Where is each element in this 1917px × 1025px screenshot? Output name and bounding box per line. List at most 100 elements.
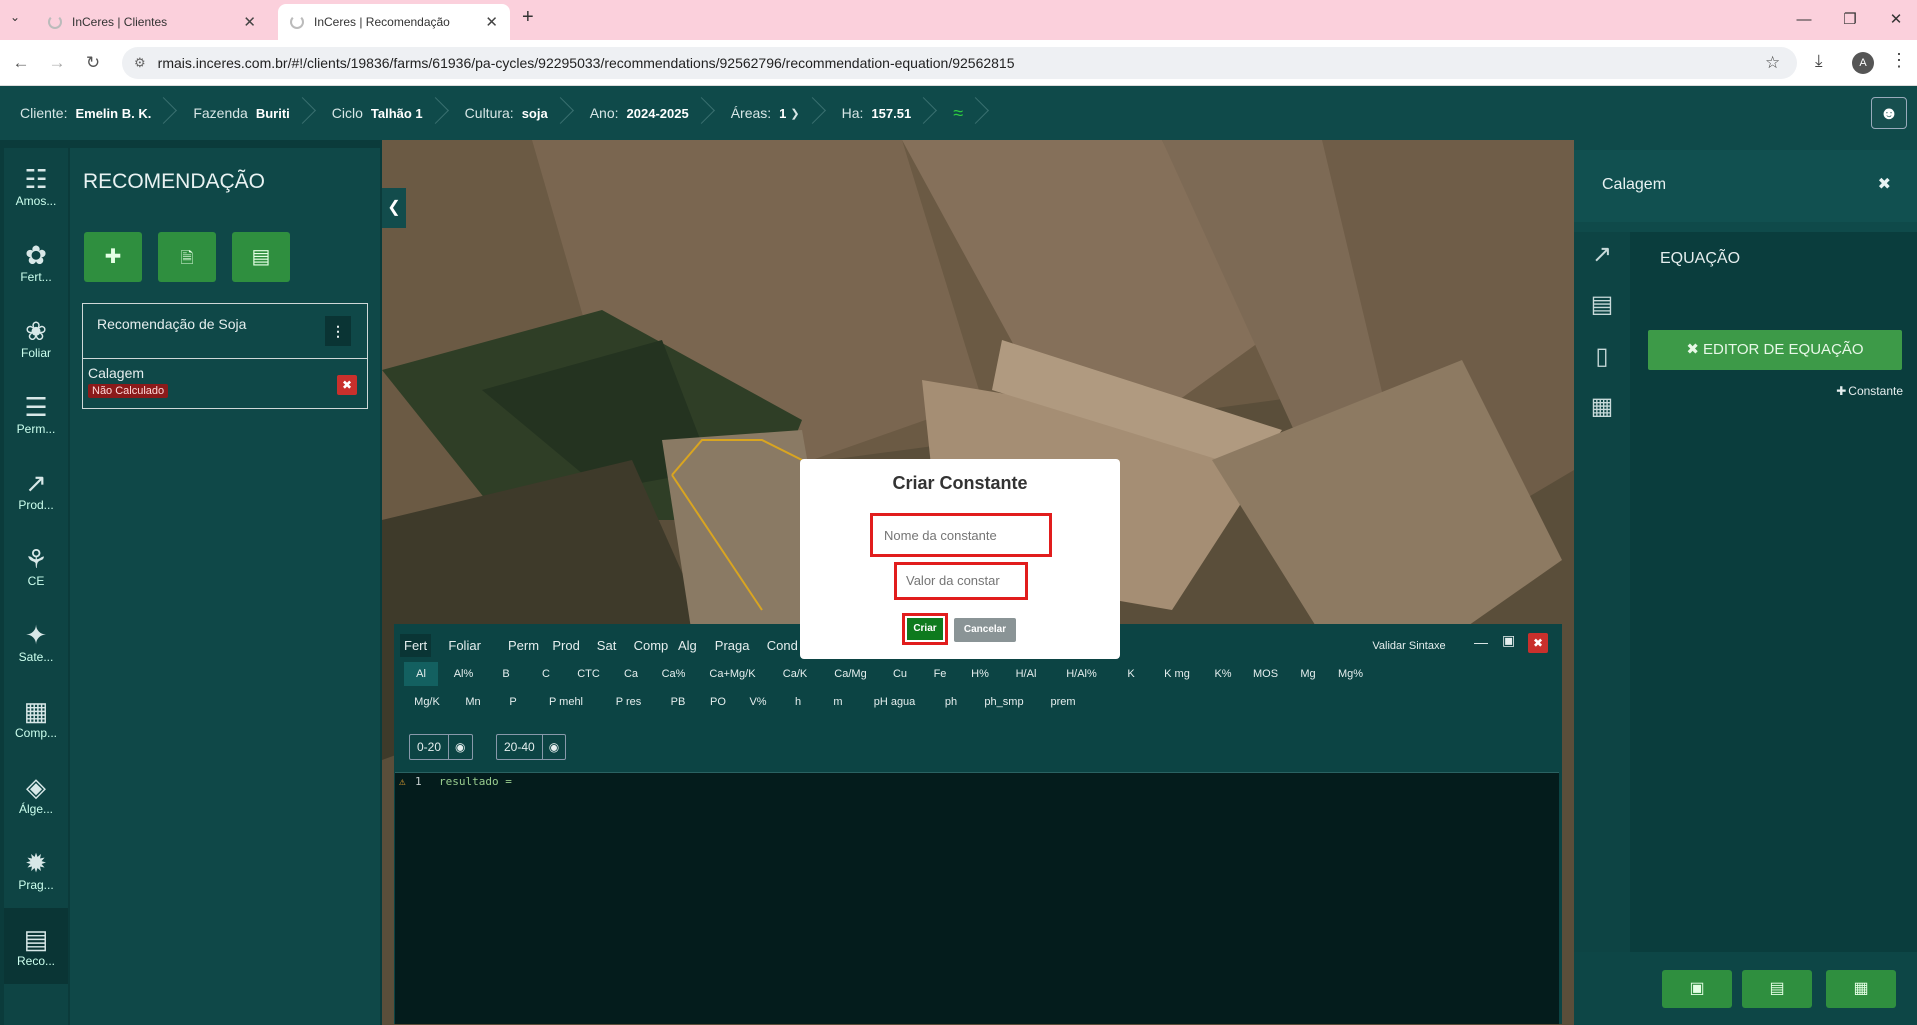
variable-button[interactable]: Mg [1291, 662, 1325, 686]
minimize-editor-icon[interactable]: — [1474, 634, 1488, 650]
header-cliente[interactable]: Cliente: Emelin B. K. [0, 86, 173, 140]
variable-button[interactable]: CTC [569, 662, 608, 686]
variable-button[interactable]: pH agua [861, 690, 928, 714]
kebab-menu-icon[interactable]: ⋮ [325, 316, 351, 346]
pdf-button[interactable]: 🗎 [158, 232, 216, 282]
profile-avatar[interactable]: A [1852, 52, 1874, 74]
library-button[interactable]: ▤ [1742, 970, 1812, 1008]
variable-button[interactable]: K [1114, 662, 1148, 686]
close-tab-icon[interactable]: ✕ [485, 13, 498, 31]
constant-value-input[interactable] [898, 566, 1024, 596]
variable-button[interactable]: P mehl [536, 690, 596, 714]
code-editor[interactable]: ⚠ 1 resultado = [395, 772, 1559, 1024]
editor-tab[interactable]: Comp [630, 634, 673, 657]
variable-button[interactable]: Fe [923, 662, 957, 686]
battery-icon[interactable]: ▯ [1584, 342, 1620, 378]
editor-tab[interactable]: Foliar [444, 634, 485, 657]
variable-button[interactable]: Ca% [654, 662, 693, 686]
header-ano[interactable]: Ano: 2024-2025 [570, 86, 711, 140]
variable-button[interactable]: Mn [456, 690, 490, 714]
download-icon[interactable]: ⤓ [1815, 51, 1823, 71]
rail-item-produtividade[interactable]: ↗ Prod... [4, 452, 68, 528]
cancel-button[interactable]: Cancelar [954, 618, 1016, 642]
variable-button[interactable]: ph [934, 690, 968, 714]
variable-button[interactable]: C [529, 662, 563, 686]
variable-button[interactable]: ph_smp [974, 690, 1034, 714]
forward-icon[interactable]: → [44, 50, 70, 76]
chart-line-icon[interactable]: ↗ [1584, 240, 1620, 276]
calculator-icon[interactable]: ▦ [1584, 392, 1620, 428]
variable-button[interactable]: P res [602, 690, 655, 714]
back-icon[interactable]: ← [8, 50, 34, 76]
address-bar[interactable]: ⚙ rmais.inceres.com.br/#!/clients/19836/… [122, 47, 1797, 79]
variable-button[interactable]: Ca/Mg [824, 662, 877, 686]
rail-item-foliar[interactable]: ❀ Foliar [4, 300, 68, 376]
variable-button[interactable]: h [781, 690, 815, 714]
library-button[interactable]: ▤ [232, 232, 290, 282]
paint-roller-icon[interactable]: ▤ [1584, 290, 1620, 326]
editor-tab[interactable]: Praga [711, 634, 754, 657]
header-cultura[interactable]: Cultura: soja [445, 86, 570, 140]
add-constant-button[interactable]: ✚ Constante [1836, 384, 1903, 398]
add-recommendation-button[interactable]: ✚ [84, 232, 142, 282]
new-tab-icon[interactable]: + [522, 6, 534, 29]
save-button[interactable]: ▣ [1662, 970, 1732, 1008]
variable-button[interactable]: H/Al% [1055, 662, 1108, 686]
eye-icon[interactable]: ◉ [543, 735, 565, 759]
variable-button[interactable]: PB [661, 690, 695, 714]
variable-button[interactable]: K% [1206, 662, 1240, 686]
editor-tab[interactable]: Prod [548, 634, 583, 657]
close-editor-button[interactable]: ✖ [1528, 633, 1548, 653]
browser-tab-recomendacao[interactable]: InCeres | Recomendação ✕ [278, 4, 510, 40]
recommendation-item[interactable]: Calagem Não Calculado ✖ [83, 359, 367, 404]
depth-0-20-toggle[interactable]: 0-20 ◉ [409, 734, 473, 760]
calculate-button[interactable]: ▦ [1826, 970, 1896, 1008]
variable-button[interactable]: m [821, 690, 855, 714]
tab-list-chevron-icon[interactable]: ⌄ [10, 10, 20, 24]
close-window-icon[interactable]: ✕ [1873, 6, 1917, 36]
create-button[interactable]: Criar [907, 618, 943, 640]
equation-editor-button[interactable]: ✖ EDITOR DE EQUAÇÃO [1648, 330, 1902, 370]
recommendation-card-header[interactable]: Recomendação de Soja ⋮ [83, 304, 367, 359]
header-fazenda[interactable]: Fazenda Buriti [173, 86, 311, 140]
variable-button[interactable]: V% [741, 690, 775, 714]
editor-tab[interactable]: Perm [504, 634, 543, 657]
rail-item-algebra[interactable]: ◈ Álge... [4, 756, 68, 832]
constant-name-input[interactable] [876, 519, 1046, 551]
variable-button[interactable]: Al% [444, 662, 483, 686]
depth-20-40-toggle[interactable]: 20-40 ◉ [496, 734, 567, 760]
user-menu-button[interactable]: ☻ [1871, 97, 1907, 129]
rail-item-satelite[interactable]: ✦ Sate... [4, 604, 68, 680]
minimize-window-icon[interactable]: — [1781, 6, 1827, 36]
variable-button[interactable]: Ca+Mg/K [699, 662, 766, 686]
collapse-panel-button[interactable]: ❮ [382, 188, 406, 228]
header-areas[interactable]: Áreas: 1 ❯ [711, 86, 822, 140]
delete-item-button[interactable]: ✖ [337, 375, 357, 395]
rail-item-ce[interactable]: ⚘ CE [4, 528, 68, 604]
header-ciclo[interactable]: Ciclo Talhão 1 [312, 86, 445, 140]
variable-button[interactable]: PO [701, 690, 735, 714]
site-info-icon[interactable]: ⚙ [134, 55, 146, 71]
restore-window-icon[interactable]: ❐ [1827, 6, 1873, 36]
variable-button[interactable]: H/Al [1003, 662, 1049, 686]
editor-tab[interactable]: Alg [674, 634, 701, 657]
validate-syntax-button[interactable]: Validar Sintaxe [1363, 636, 1455, 656]
bookmark-star-icon[interactable]: ☆ [1765, 53, 1780, 73]
variable-button[interactable]: prem [1040, 690, 1086, 714]
browser-tab-clientes[interactable]: InCeres | Clientes ✕ [36, 4, 268, 40]
variable-button[interactable]: Ca [614, 662, 648, 686]
editor-tab[interactable]: Fert [400, 634, 432, 657]
rail-item-recomendacao[interactable]: ▤ Reco... [4, 908, 68, 984]
variable-button[interactable]: MOS [1246, 662, 1285, 686]
variable-button[interactable]: Mg/K [404, 690, 450, 714]
close-icon[interactable]: ✖ [1878, 174, 1891, 194]
variable-button[interactable]: P [496, 690, 530, 714]
variable-button[interactable]: Al [404, 662, 438, 686]
rail-item-praga[interactable]: ✹ Prag... [4, 832, 68, 908]
rail-item-amostragem[interactable]: ☷ Amos... [4, 148, 68, 224]
rail-item-fertilidade[interactable]: ✿ Fert... [4, 224, 68, 300]
variable-button[interactable]: Mg% [1331, 662, 1370, 686]
editor-tab[interactable]: Sat [593, 634, 621, 657]
maximize-editor-icon[interactable]: ▣ [1502, 632, 1515, 649]
reload-icon[interactable]: ↻ [80, 50, 106, 76]
